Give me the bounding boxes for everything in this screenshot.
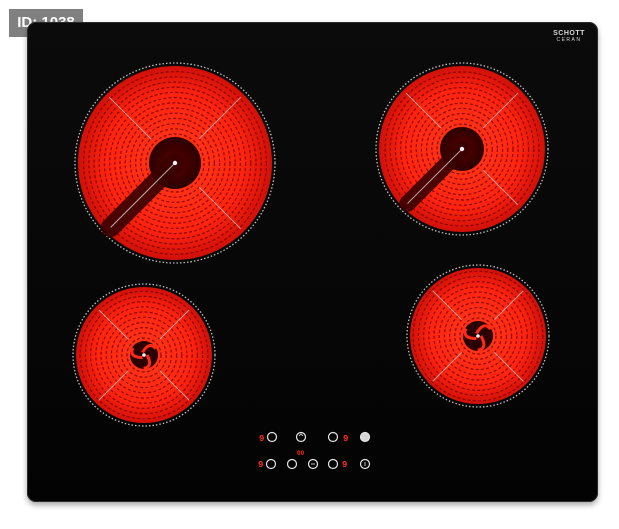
control-button[interactable] (295, 431, 307, 443)
control-button[interactable] (265, 458, 277, 470)
power-level-digit: 9 (342, 460, 347, 470)
control-button[interactable] (266, 431, 278, 443)
touch-control-panel: 9 9 00 9 9 (258, 431, 371, 470)
power-level-digit: 9 (259, 434, 264, 444)
rear-left-burner[interactable] (74, 62, 276, 264)
cooktop-surface: 9 9 00 9 9 (72, 62, 550, 470)
rear-right-burner[interactable] (375, 62, 549, 236)
control-button[interactable] (359, 458, 371, 470)
control-button[interactable] (286, 458, 298, 470)
control-button[interactable] (327, 431, 339, 443)
front-left-burner[interactable] (72, 283, 216, 427)
power-level-digit: 9 (343, 434, 348, 444)
timer-indicator: 00 (297, 450, 305, 457)
control-button[interactable] (327, 458, 339, 470)
power-level-digit: 9 (258, 460, 263, 470)
control-button[interactable] (359, 431, 371, 443)
control-button[interactable] (307, 458, 319, 470)
front-right-burner[interactable] (406, 264, 550, 408)
